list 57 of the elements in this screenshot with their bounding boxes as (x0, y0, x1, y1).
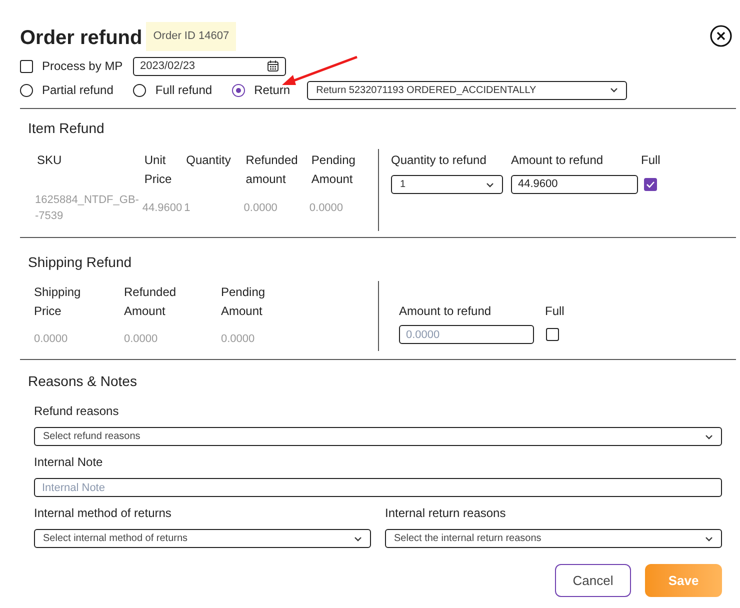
table-cell-text: 0.0000 (244, 201, 278, 216)
amount-field[interactable]: 44.9600 (511, 175, 638, 194)
field-label: Internal method of returns (34, 505, 172, 522)
calendar-icon[interactable] (267, 60, 279, 72)
internal-return-reasons-select[interactable]: Select the internal return reasons (385, 529, 722, 548)
order-id-badge: Order ID 14607 (146, 22, 236, 50)
quantity-select[interactable]: 1 (391, 175, 503, 194)
column-header: SKU (36, 152, 63, 169)
full-checkbox[interactable] (644, 178, 657, 191)
chevron-down-icon (486, 182, 494, 188)
chevron-down-icon (705, 434, 713, 440)
radio-label: Partial refund (42, 82, 114, 99)
column-header: Full (545, 303, 566, 320)
radio-button[interactable] (232, 84, 246, 96)
internal-method-select[interactable]: Select internal method of returns (34, 529, 371, 548)
radio-button[interactable] (20, 84, 33, 96)
radio-button[interactable] (133, 84, 146, 96)
table-cell: 0.0000 (34, 333, 68, 345)
chevron-down-icon (705, 536, 713, 542)
column-header: Pending Amount (221, 284, 266, 320)
checkbox-label: Process by MP (42, 58, 124, 75)
checkbox[interactable] (20, 60, 33, 72)
chevron-down-icon (610, 87, 618, 93)
column-header: Refunded amount (244, 152, 299, 188)
section-title: Shipping Refund (28, 253, 133, 272)
table-cell-text: 1 (184, 201, 192, 216)
table-cell: 0.0000 (221, 333, 255, 345)
date-field[interactable]: 2023/02/23 (133, 56, 286, 76)
column-header: Quantity to refund (391, 152, 488, 169)
internal-note-field[interactable]: Internal Note (34, 478, 722, 497)
full-checkbox[interactable] (546, 328, 559, 341)
table-cell: 0.0000 (124, 333, 158, 345)
amount-field[interactable]: 0.0000 (399, 325, 534, 344)
table-cell-text: 1625884_NTDF_GB--7539 (35, 193, 140, 224)
column-header: Amount to refund (399, 303, 492, 320)
column-header: Quantity (185, 152, 232, 169)
chevron-down-icon (354, 536, 362, 542)
column-header: Refunded Amount (124, 284, 178, 320)
column-header: Shipping Price (34, 284, 82, 320)
field-label: Internal Note (34, 454, 104, 471)
column-header: Full (641, 152, 662, 169)
field-label: Refund reasons (34, 403, 120, 420)
cancel-button[interactable]: Cancel (555, 564, 631, 597)
refund-reasons-select[interactable]: Select refund reasons (34, 427, 722, 446)
section-title: Item Refund (28, 119, 106, 138)
column-header: Unit Price (143, 152, 173, 188)
table-cell-text: 44.9600 (142, 201, 184, 216)
return-select[interactable]: Return 5232071193 ORDERED_ACCIDENTALLY (307, 80, 628, 100)
radio-label: Return (254, 82, 290, 99)
radio-label: Full refund (155, 82, 212, 99)
dialog-title: Order refund (20, 26, 142, 51)
table-cell-text: 0.0000 (309, 201, 344, 216)
close-icon[interactable] (710, 25, 732, 47)
column-header: Pending Amount (310, 152, 356, 188)
column-header: Amount to refund (511, 152, 604, 169)
section-title: Reasons & Notes (28, 372, 138, 391)
field-label: Internal return reasons (385, 505, 507, 522)
